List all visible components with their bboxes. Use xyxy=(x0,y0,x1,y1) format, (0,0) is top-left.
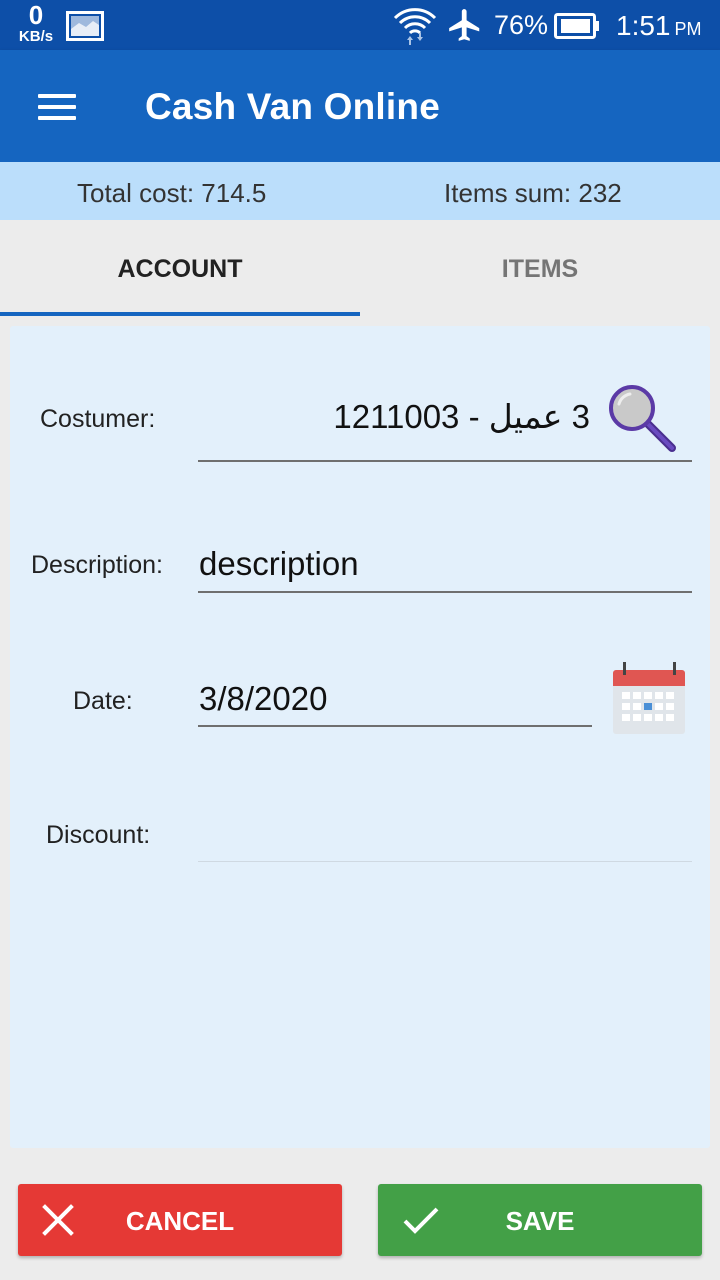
summary-bar: Total cost: 714.5 Items sum: 232 xyxy=(0,162,720,220)
clock-time: 1:51 xyxy=(616,10,671,41)
discount-label: Discount: xyxy=(46,821,151,849)
save-button[interactable]: SAVE xyxy=(378,1184,702,1256)
network-speed-value: 0 xyxy=(28,0,44,30)
network-speed: 0 KB/s xyxy=(14,2,58,44)
cancel-button-label: CANCEL xyxy=(125,1206,235,1236)
total-cost: Total cost: 714.5 xyxy=(77,178,266,209)
cancel-button[interactable]: CANCEL xyxy=(18,1184,342,1256)
tab-items[interactable]: ITEMS xyxy=(360,220,720,317)
items-sum: Items sum: 232 xyxy=(444,178,622,209)
tab-bar: ACCOUNT ITEMS xyxy=(0,220,720,317)
image-notification-icon xyxy=(66,11,104,41)
customer-underline xyxy=(198,460,692,462)
description-underline xyxy=(198,591,692,593)
discount-underline xyxy=(198,861,692,862)
customer-label: Costumer: xyxy=(40,405,156,433)
app-title: Cash Van Online xyxy=(145,86,440,127)
date-field[interactable]: 3/8/2020 xyxy=(199,680,327,718)
app-bar: Cash Van Online xyxy=(0,50,720,162)
hamburger-menu-icon[interactable] xyxy=(24,80,88,134)
tab-indicator xyxy=(0,312,360,316)
description-label: Description: xyxy=(31,551,163,579)
total-cost-value: 714.5 xyxy=(201,178,267,208)
status-bar: 0 KB/s 76% 1:51 PM xyxy=(0,0,720,50)
wifi-icon xyxy=(393,8,437,45)
tab-account[interactable]: ACCOUNT xyxy=(0,220,360,317)
calendar-icon[interactable] xyxy=(612,662,686,736)
customer-value[interactable]: 3 عميل - 1211003 xyxy=(333,397,590,436)
network-speed-unit: KB/s xyxy=(18,28,54,45)
save-button-label: SAVE xyxy=(505,1206,575,1236)
total-cost-label: Total cost: xyxy=(77,178,195,208)
date-underline xyxy=(198,725,592,727)
items-sum-label: Items sum: xyxy=(444,178,572,208)
search-magnifier-icon[interactable] xyxy=(606,382,678,454)
date-label: Date: xyxy=(73,687,133,715)
clock: 1:51 PM xyxy=(616,10,702,42)
items-sum-value: 232 xyxy=(578,178,622,208)
description-field[interactable]: description xyxy=(199,545,359,583)
airplane-mode-icon xyxy=(449,9,480,41)
battery-percent: 76% xyxy=(494,10,549,40)
battery-icon xyxy=(554,13,599,39)
clock-ampm: PM xyxy=(674,19,702,39)
account-form-card: Costumer: 3 عميل - 1211003 Description: … xyxy=(10,326,710,1148)
